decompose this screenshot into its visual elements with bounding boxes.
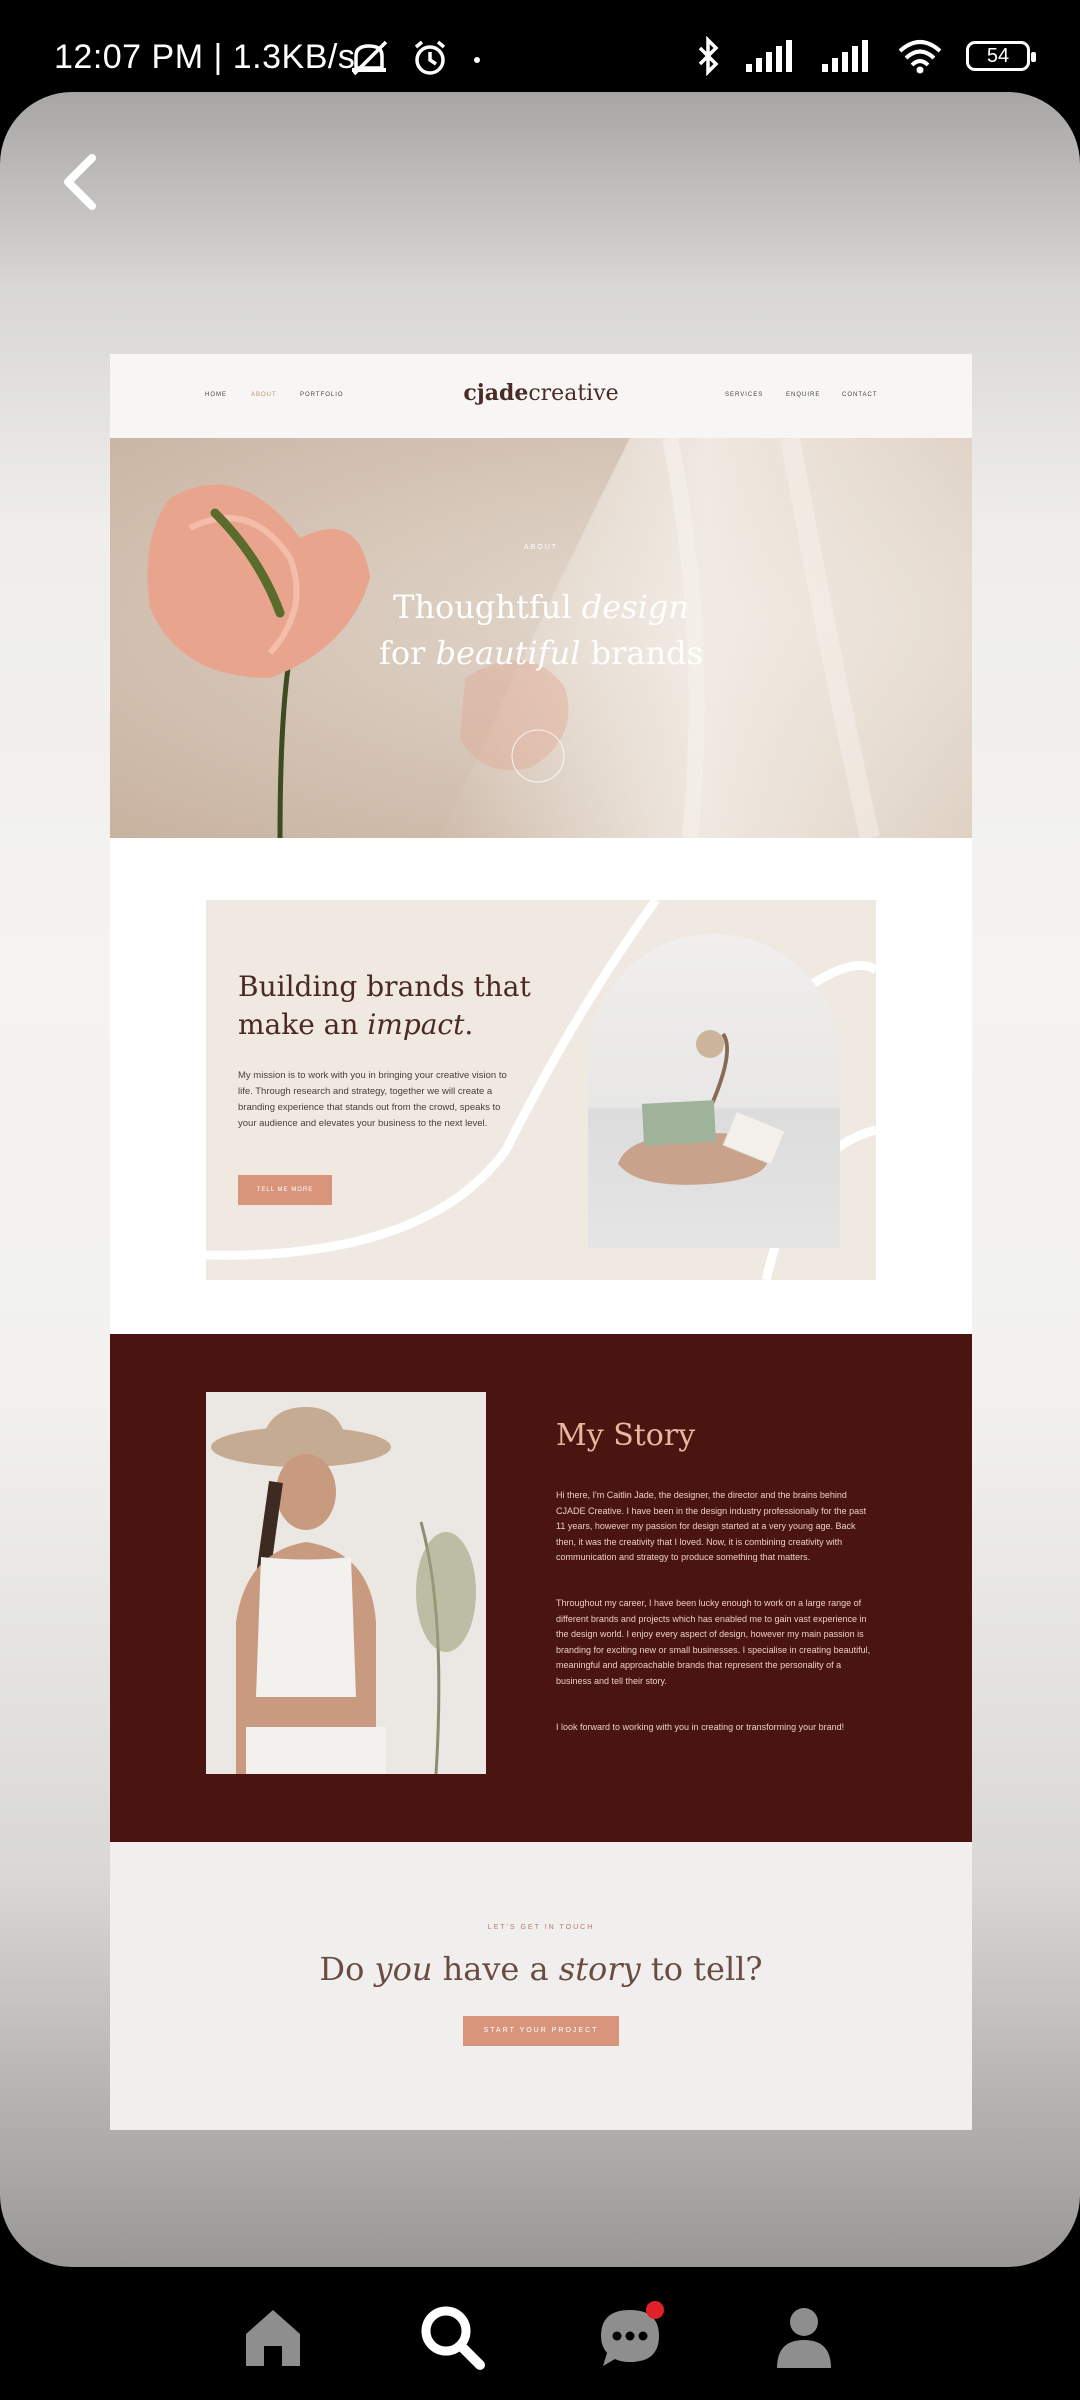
nav-home-button[interactable] <box>231 2295 315 2379</box>
impact-title-text: . <box>464 1008 474 1041</box>
person-icon <box>777 2308 831 2368</box>
story-paragraph-1: Hi there, I'm Caitlin Jade, the designer… <box>556 1490 867 1562</box>
nav-search-button[interactable] <box>410 2295 494 2379</box>
my-story-section: My Story Hi there, I'm Caitlin Jade, the… <box>110 1334 972 1842</box>
nav-profile-button[interactable] <box>762 2295 846 2379</box>
contact-cta-section: LET'S GET IN TOUCH Do you have a story t… <box>110 1842 972 2130</box>
hero-title-italic: design <box>581 588 689 626</box>
hero-title-text: for <box>378 634 436 672</box>
cta-title-text: Do <box>319 1950 375 1988</box>
hero-title-text: Thoughtful <box>393 588 582 626</box>
status-bar: 12:07 PM | 1.3KB/s 54 <box>0 0 1080 92</box>
hero-section: ABOUT Thoughtful design for beautiful br… <box>110 438 972 838</box>
website-screenshot[interactable]: HOME ABOUT PORTFOLIO cjadecreative SERVI… <box>110 354 972 2130</box>
cta-title-text: have a <box>432 1950 559 1988</box>
chevron-left-icon <box>64 154 96 210</box>
back-button[interactable] <box>56 148 106 218</box>
site-nav-contact: CONTACT <box>842 392 878 398</box>
site-nav-services: SERVICES <box>725 392 764 398</box>
cta-title: Do you have a story to tell? <box>110 1950 972 1988</box>
my-story-title: My Story <box>556 1418 696 1453</box>
hero-title-italic: beautiful <box>435 634 581 672</box>
home-icon <box>246 2310 300 2366</box>
impact-title: Building brands that make an impact. <box>238 968 531 1044</box>
status-left-icons <box>346 38 486 78</box>
logo-bold: cjade <box>463 380 529 406</box>
pin-card: HOME ABOUT PORTFOLIO cjadecreative SERVI… <box>0 92 1080 2267</box>
impact-title-text: make an <box>238 1008 368 1041</box>
hero-title: Thoughtful design for beautiful brands <box>110 584 972 676</box>
start-project-button[interactable]: START YOUR PROJECT <box>463 2016 619 2046</box>
battery-indicator: 54 <box>966 41 1036 71</box>
nav-messages-button[interactable] <box>588 2295 672 2379</box>
impact-title-line: Building brands that <box>238 970 531 1003</box>
woman-in-hat-image <box>206 1392 486 1774</box>
mute-icon <box>352 40 388 76</box>
site-nav: HOME ABOUT PORTFOLIO cjadecreative SERVI… <box>110 354 972 438</box>
tell-me-more-button[interactable]: TELL ME MORE <box>238 1175 332 1205</box>
site-nav-enquire: ENQUIRE <box>786 392 821 398</box>
wifi-icon <box>898 40 942 74</box>
bottom-navigation <box>0 2267 1080 2400</box>
portrait-photo <box>206 1392 486 1774</box>
search-icon <box>421 2306 485 2370</box>
logo-light: creative <box>528 381 619 406</box>
bluetooth-icon <box>698 36 719 76</box>
cta-title-italic: story <box>558 1950 641 1988</box>
impact-title-italic: impact <box>367 1008 465 1041</box>
story-paragraph-2: Throughout my career, I have been lucky … <box>556 1598 871 1686</box>
business-cards-image <box>618 1030 786 1185</box>
hero-eyebrow: ABOUT <box>523 544 559 551</box>
impact-body-text: My mission is to work with you in bringi… <box>238 1070 507 1129</box>
story-paragraph-3: I look forward to working with you in cr… <box>556 1722 845 1732</box>
signal-icon-2 <box>822 40 868 72</box>
signal-icon <box>746 40 792 72</box>
alarm-icon <box>414 40 446 75</box>
cta-title-text: to tell? <box>640 1950 763 1988</box>
notification-badge <box>646 2301 664 2319</box>
status-time: 12:07 PM | 1.3KB/s <box>54 38 356 76</box>
cta-eyebrow: LET'S GET IN TOUCH <box>487 1924 595 1931</box>
hero-title-text: brands <box>580 634 703 672</box>
status-right-icons: 54 <box>694 36 1036 76</box>
stationery-photo <box>588 934 840 1248</box>
dot-icon <box>474 57 480 63</box>
impact-section: Building brands that make an impact. My … <box>206 900 876 1280</box>
cta-title-italic: you <box>374 1950 433 1988</box>
